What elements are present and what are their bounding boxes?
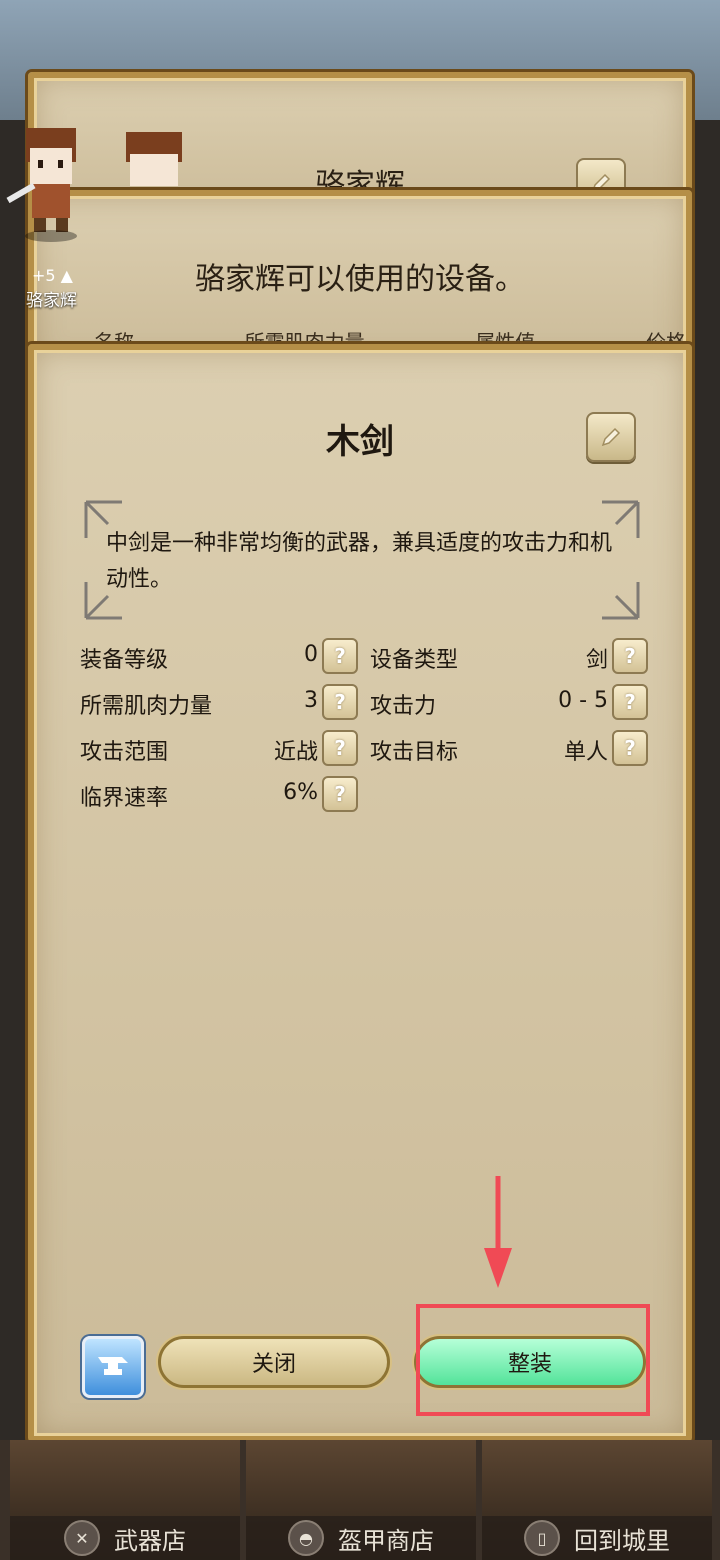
highlight-box [416, 1304, 650, 1416]
item-description: 中剑是一种非常均衡的武器，兼具适度的攻击力和机动性。 [106, 531, 613, 592]
help-button[interactable]: ? [322, 730, 358, 766]
stat-row-equip-type: 设备类型 剑 ? [370, 638, 648, 674]
nav-weapon-shop[interactable]: ✕ 武器店 [10, 1440, 240, 1560]
forge-button[interactable] [82, 1336, 144, 1398]
hero-level: +5 ▲ [32, 266, 73, 285]
crossed-swords-icon: ✕ [64, 1520, 100, 1556]
stat-value: 0 - 5 [558, 688, 608, 713]
stat-label: 攻击目标 [370, 740, 459, 765]
stat-value: 近战 [273, 740, 318, 765]
help-button[interactable]: ? [612, 638, 648, 674]
stat-value: 0 [304, 642, 318, 667]
arrow-pointer-icon [484, 1176, 512, 1288]
help-button[interactable]: ? [322, 776, 358, 812]
stat-row-attack-target: 攻击目标 单人 ? [370, 730, 648, 766]
stat-label: 装备等级 [80, 648, 169, 673]
stat-value: 3 [304, 688, 318, 713]
door-icon: ▯ [524, 1520, 560, 1556]
stat-value: 单人 [563, 740, 608, 765]
stat-label: 攻击范围 [80, 740, 169, 765]
stat-value: 6% [283, 780, 318, 805]
stat-value: 剑 [585, 648, 608, 673]
nav-armor-shop[interactable]: ◓ 盔甲商店 [246, 1440, 476, 1560]
help-button[interactable]: ? [612, 730, 648, 766]
nav-label: 盔甲商店 [338, 1526, 434, 1555]
nav-label: 武器店 [114, 1526, 186, 1555]
stat-label: 攻击力 [370, 694, 437, 719]
stat-label: 所需肌肉力量 [80, 694, 213, 719]
help-button[interactable]: ? [612, 684, 648, 720]
stat-label: 临界速率 [80, 786, 169, 811]
helmet-icon: ◓ [288, 1520, 324, 1556]
hero-name: 骆家辉 [26, 291, 77, 311]
equipable-panel-title: 骆家辉可以使用的设备。 [195, 262, 525, 297]
stat-row-attack: 攻击力 0 - 5 ? [370, 684, 648, 720]
stat-row-attack-range: 攻击范围 近战 ? [80, 730, 358, 766]
nav-return-town[interactable]: ▯ 回到城里 [482, 1440, 712, 1560]
close-button[interactable]: 关闭 [158, 1336, 390, 1388]
pencil-icon [601, 427, 621, 447]
stat-row-equip-level: 装备等级 0 ? [80, 638, 358, 674]
stat-label: 设备类型 [370, 648, 459, 673]
anvil-icon [98, 1357, 128, 1375]
item-edit-button[interactable] [586, 412, 636, 462]
hero-pixel-icon [6, 128, 77, 242]
help-button[interactable]: ? [322, 638, 358, 674]
help-button[interactable]: ? [322, 684, 358, 720]
hero-sprite[interactable]: +5 ▲ 骆家辉 [6, 120, 96, 311]
stat-row-critical-rate: 临界速率 6% ? [80, 776, 358, 812]
item-detail-panel: 木剑 中剑是一种非常均衡的武器，兼具适度的攻击力和机动性。 装备等级 0 ? 设… [28, 344, 692, 1442]
item-description-box: 中剑是一种非常均衡的武器，兼具适度的攻击力和机动性。 [84, 500, 640, 620]
stat-row-required-strength: 所需肌肉力量 3 ? [80, 684, 358, 720]
hero-secondary-sprite [126, 132, 182, 186]
nav-label: 回到城里 [574, 1526, 670, 1555]
